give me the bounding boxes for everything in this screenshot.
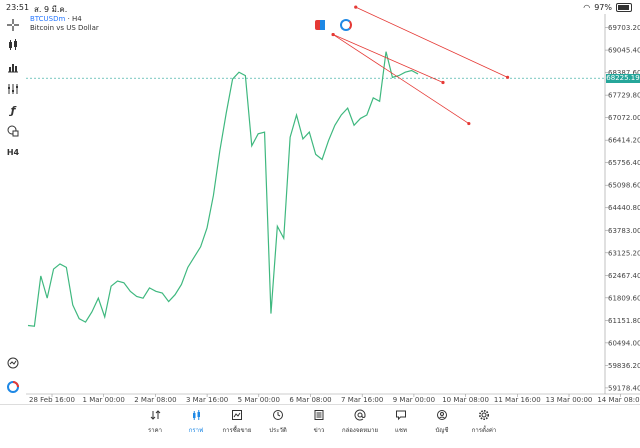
bar-chart-icon[interactable]: [4, 60, 22, 76]
tab-gear[interactable]: การตั้งค่า: [460, 409, 508, 435]
trendline-anchor: [506, 75, 510, 79]
y-tick-label: 60494.00: [608, 339, 640, 347]
arrows-icon: [149, 409, 161, 421]
one-click-icon[interactable]: [4, 380, 22, 396]
y-tick-label: 62467.40: [608, 272, 640, 280]
chat-icon: [395, 409, 407, 421]
left-toolbar: ƒ H4: [0, 14, 26, 404]
bottom-tab-bar: ราคา กราฟ การซื้อขาย ประวัติ ข่าว กล่องจดหมาย…: [0, 404, 640, 448]
x-tick-label: 2 Mar 08:00: [134, 396, 176, 404]
y-tick-label: 65756.40: [608, 159, 640, 167]
trendline: [332, 34, 444, 83]
trade-panel-icon[interactable]: [315, 20, 325, 30]
tab-label: กราฟ: [188, 427, 204, 434]
tab-label: ข่าว: [313, 427, 325, 434]
symbol-ticker: BTCUSDm: [30, 15, 66, 23]
y-tick-label: 63783.00: [608, 227, 640, 235]
symbol-description: Bitcoin vs US Dollar: [30, 24, 99, 32]
y-tick-label: 66414.20: [608, 137, 640, 145]
trendline-anchor: [331, 32, 335, 37]
y-tick-label: 64440.80: [608, 204, 640, 212]
x-tick-label: 14 Mar 08:00: [597, 396, 640, 404]
tab-label: ราคา: [148, 427, 162, 434]
tab-label: กล่องจดหมาย: [341, 427, 379, 434]
y-tick-label: 61809.60: [608, 294, 640, 302]
timeframe-label[interactable]: H4: [4, 145, 22, 161]
tab-label: ประวัติ: [269, 427, 287, 434]
y-tick-label: 61151.80: [608, 317, 640, 325]
one-click-trading-icon[interactable]: [340, 19, 352, 31]
tab-label: การซื้อขาย: [222, 427, 252, 434]
news-icon: [313, 409, 325, 421]
candle-icon[interactable]: [4, 38, 22, 54]
x-tick-label: 9 Mar 00:00: [393, 396, 435, 404]
y-tick-label: 59178.40: [608, 384, 640, 392]
tab-label: แชท: [395, 427, 407, 434]
at-icon: [354, 409, 366, 421]
x-tick-label: 5 Mar 00:00: [238, 396, 280, 404]
x-tick-label: 11 Mar 16:00: [494, 396, 541, 404]
trendline-anchor: [354, 5, 358, 9]
x-tick-label: 28 Feb 16:00: [29, 396, 75, 404]
y-tick-label: 69045.40: [608, 47, 640, 55]
y-tick-label: 67072.00: [608, 114, 640, 122]
y-tick-label: 65098.60: [608, 182, 640, 190]
crosshair-icon[interactable]: [4, 18, 22, 34]
y-tick-label: 67729.80: [608, 92, 640, 100]
objects-icon[interactable]: [4, 124, 22, 140]
y-tick-label: 69703.20: [608, 24, 640, 32]
function-icon[interactable]: ƒ: [4, 103, 22, 119]
trade-chart-icon: [231, 409, 243, 421]
indicators-icon[interactable]: [4, 82, 22, 98]
x-tick-label: 10 Mar 08:00: [442, 396, 489, 404]
candles-icon: [190, 409, 202, 421]
price-chart[interactable]: 69703.2069045.4068387.6067729.8067072.00…: [0, 0, 640, 404]
x-tick-label: 3 Mar 16:00: [186, 396, 228, 404]
x-tick-label: 1 Mar 00:00: [83, 396, 125, 404]
current-price-label: 68225.19: [606, 74, 640, 83]
x-tick-label: 13 Mar 00:00: [546, 396, 593, 404]
price-series-line: [27, 51, 419, 327]
tab-label: บัญชี: [435, 427, 449, 434]
trendline-anchor: [441, 80, 445, 85]
tab-label: การตั้งค่า: [471, 427, 497, 434]
user-icon: [436, 409, 448, 421]
y-tick-label: 63125.20: [608, 249, 640, 257]
search-icon[interactable]: [4, 356, 22, 372]
tab-user[interactable]: บัญชี: [418, 409, 466, 435]
x-tick-label: 6 Mar 08:00: [289, 396, 331, 404]
symbol-info[interactable]: BTCUSDm · H4 Bitcoin vs US Dollar: [30, 15, 99, 33]
x-tick-label: 7 Mar 16:00: [341, 396, 383, 404]
trendline: [332, 34, 470, 124]
y-tick-label: 59836.20: [608, 362, 640, 370]
gear-icon: [478, 409, 490, 421]
trendline-anchor: [467, 121, 471, 126]
clock-icon: [272, 409, 284, 421]
symbol-timeframe: · H4: [67, 15, 82, 23]
trendline: [355, 6, 508, 78]
